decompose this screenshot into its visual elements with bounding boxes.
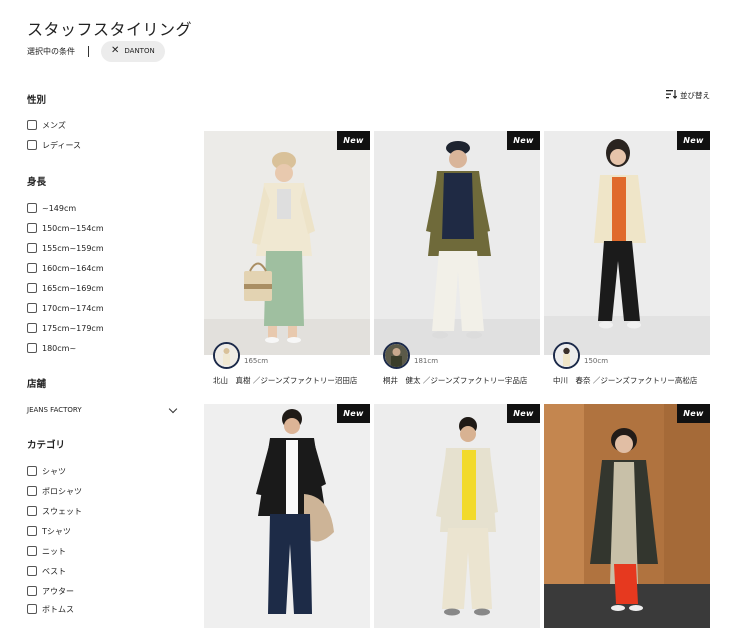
styling-photo[interactable] <box>204 131 370 355</box>
category-option[interactable]: シャツ <box>27 464 66 478</box>
category-option[interactable]: ポロシャツ <box>27 484 82 498</box>
sort-button[interactable]: 並び替え <box>666 90 710 101</box>
checkbox[interactable] <box>27 566 37 576</box>
checkbox[interactable] <box>27 303 37 313</box>
selected-conditions: 選択中の条件 ✕ DANTON <box>27 40 165 62</box>
checkbox[interactable] <box>27 263 37 273</box>
close-icon[interactable]: ✕ <box>111 46 119 56</box>
chevron-down-icon <box>168 404 178 413</box>
category-option[interactable]: Tシャツ <box>27 524 71 538</box>
new-badge: New <box>337 131 370 150</box>
category-option[interactable]: ボトムス <box>27 602 74 616</box>
filter-chip-danton[interactable]: ✕ DANTON <box>101 40 165 62</box>
category-option[interactable]: ベスト <box>27 564 66 578</box>
gender-option-mens[interactable]: メンズ <box>27 118 66 132</box>
checkbox[interactable] <box>27 506 37 516</box>
staff-height: 181cm <box>414 357 439 365</box>
category-option[interactable]: スウェット <box>27 504 82 518</box>
checkbox[interactable] <box>27 343 37 353</box>
height-option[interactable]: ~149cm <box>27 201 76 215</box>
staff-height: 165cm <box>244 357 269 365</box>
selected-conditions-label: 選択中の条件 <box>27 46 75 56</box>
height-filter-title: 身長 <box>27 177 47 188</box>
height-option[interactable]: 150cm~154cm <box>27 221 104 235</box>
checkbox[interactable] <box>27 323 37 333</box>
staff-height: 150cm <box>584 357 609 365</box>
checkbox[interactable] <box>27 283 37 293</box>
height-option[interactable]: 180cm~ <box>27 341 76 355</box>
checkbox[interactable] <box>27 203 37 213</box>
store-filter-title: 店舗 <box>27 379 47 390</box>
store-select[interactable]: JEANS FACTORY <box>27 403 180 417</box>
checkbox[interactable] <box>27 466 37 476</box>
category-option[interactable]: ニット <box>27 544 66 558</box>
sort-label: 並び替え <box>680 91 710 100</box>
new-badge: New <box>337 404 370 423</box>
gender-filter-title: 性別 <box>27 95 47 106</box>
styling-photo[interactable] <box>204 404 370 628</box>
checkbox[interactable] <box>27 586 37 596</box>
new-badge: New <box>507 404 540 423</box>
gender-option-ladies[interactable]: レディース <box>27 138 81 152</box>
checkbox[interactable] <box>27 486 37 496</box>
new-badge: New <box>677 404 710 423</box>
category-option[interactable]: アウター <box>27 584 74 598</box>
sort-icon <box>666 90 678 101</box>
styling-photo[interactable] <box>374 131 540 355</box>
checkbox[interactable] <box>27 223 37 233</box>
checkbox[interactable] <box>27 546 37 556</box>
checkbox[interactable] <box>27 120 37 130</box>
height-option[interactable]: 160cm~164cm <box>27 261 104 275</box>
checkbox[interactable] <box>27 140 37 150</box>
staff-name-store[interactable]: 桐井 健太 ／ジーンズファクトリー宇品店 <box>383 375 527 386</box>
styling-photo[interactable] <box>544 131 710 355</box>
checkbox[interactable] <box>27 604 37 614</box>
page-title: スタッフスタイリング <box>27 19 193 39</box>
new-badge: New <box>507 131 540 150</box>
divider <box>88 45 89 57</box>
checkbox[interactable] <box>27 243 37 253</box>
checkbox[interactable] <box>27 526 37 536</box>
height-option[interactable]: 155cm~159cm <box>27 241 104 255</box>
category-filter-title: カテゴリ <box>27 440 66 451</box>
avatar[interactable] <box>383 342 410 369</box>
avatar[interactable] <box>553 342 580 369</box>
height-option[interactable]: 165cm~169cm <box>27 281 104 295</box>
filter-chip-label: DANTON <box>124 47 155 55</box>
staff-name-store[interactable]: 中川 春奈 ／ジーンズファクトリー高松店 <box>553 375 697 386</box>
staff-name-store[interactable]: 北山 真樹 ／ジーンズファクトリー沼田店 <box>213 375 357 386</box>
avatar[interactable] <box>213 342 240 369</box>
new-badge: New <box>677 131 710 150</box>
styling-photo[interactable] <box>374 404 540 628</box>
store-select-value: JEANS FACTORY <box>27 406 82 414</box>
styling-photo[interactable] <box>544 404 710 628</box>
height-option[interactable]: 175cm~179cm <box>27 321 104 335</box>
height-option[interactable]: 170cm~174cm <box>27 301 104 315</box>
